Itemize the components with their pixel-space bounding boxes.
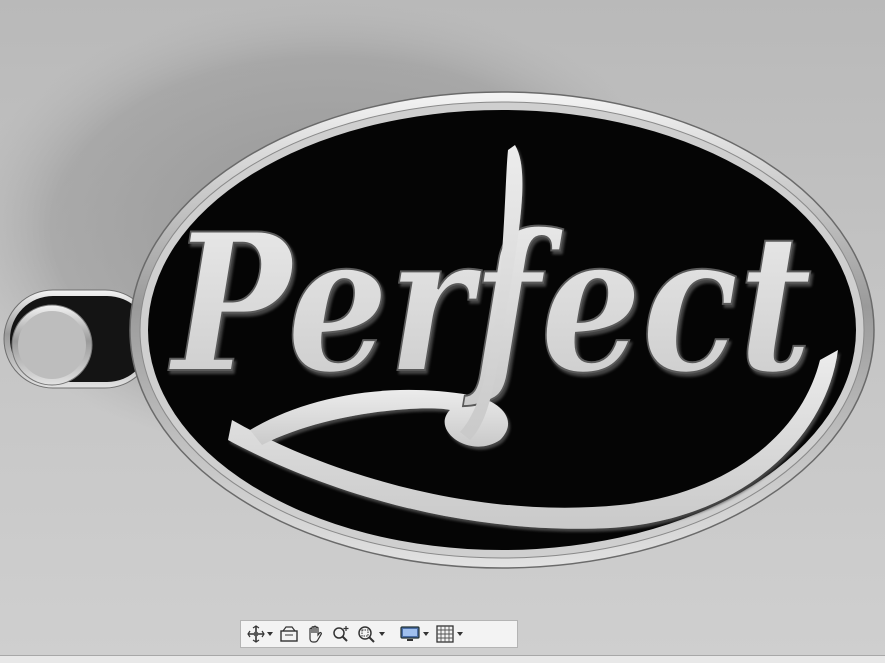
display-dropdown-caret[interactable] bbox=[423, 632, 429, 636]
hand-icon bbox=[309, 625, 322, 643]
display-icon bbox=[400, 626, 420, 641]
status-bar bbox=[0, 655, 885, 663]
look-at-icon bbox=[280, 626, 298, 642]
3d-viewport[interactable]: Perfect bbox=[0, 0, 885, 655]
orbit-tool[interactable] bbox=[245, 623, 275, 645]
grid-settings-tool[interactable] bbox=[433, 623, 465, 645]
zoom-icon bbox=[333, 626, 349, 642]
grid-icon bbox=[436, 625, 454, 643]
pan-tool[interactable] bbox=[303, 623, 327, 645]
zoom-window-icon bbox=[358, 626, 375, 643]
orbit-icon bbox=[247, 625, 265, 643]
navigation-toolbar bbox=[240, 620, 518, 648]
display-settings-tool[interactable] bbox=[397, 623, 431, 645]
grid-dropdown-caret[interactable] bbox=[457, 632, 463, 636]
fit-tool[interactable] bbox=[355, 623, 387, 645]
look-at-tool[interactable] bbox=[277, 623, 301, 645]
orbit-dropdown-caret[interactable] bbox=[267, 632, 273, 636]
zoom-tool[interactable] bbox=[329, 623, 353, 645]
fit-dropdown-caret[interactable] bbox=[379, 632, 385, 636]
keychain-model[interactable]: Perfect bbox=[0, 0, 885, 655]
